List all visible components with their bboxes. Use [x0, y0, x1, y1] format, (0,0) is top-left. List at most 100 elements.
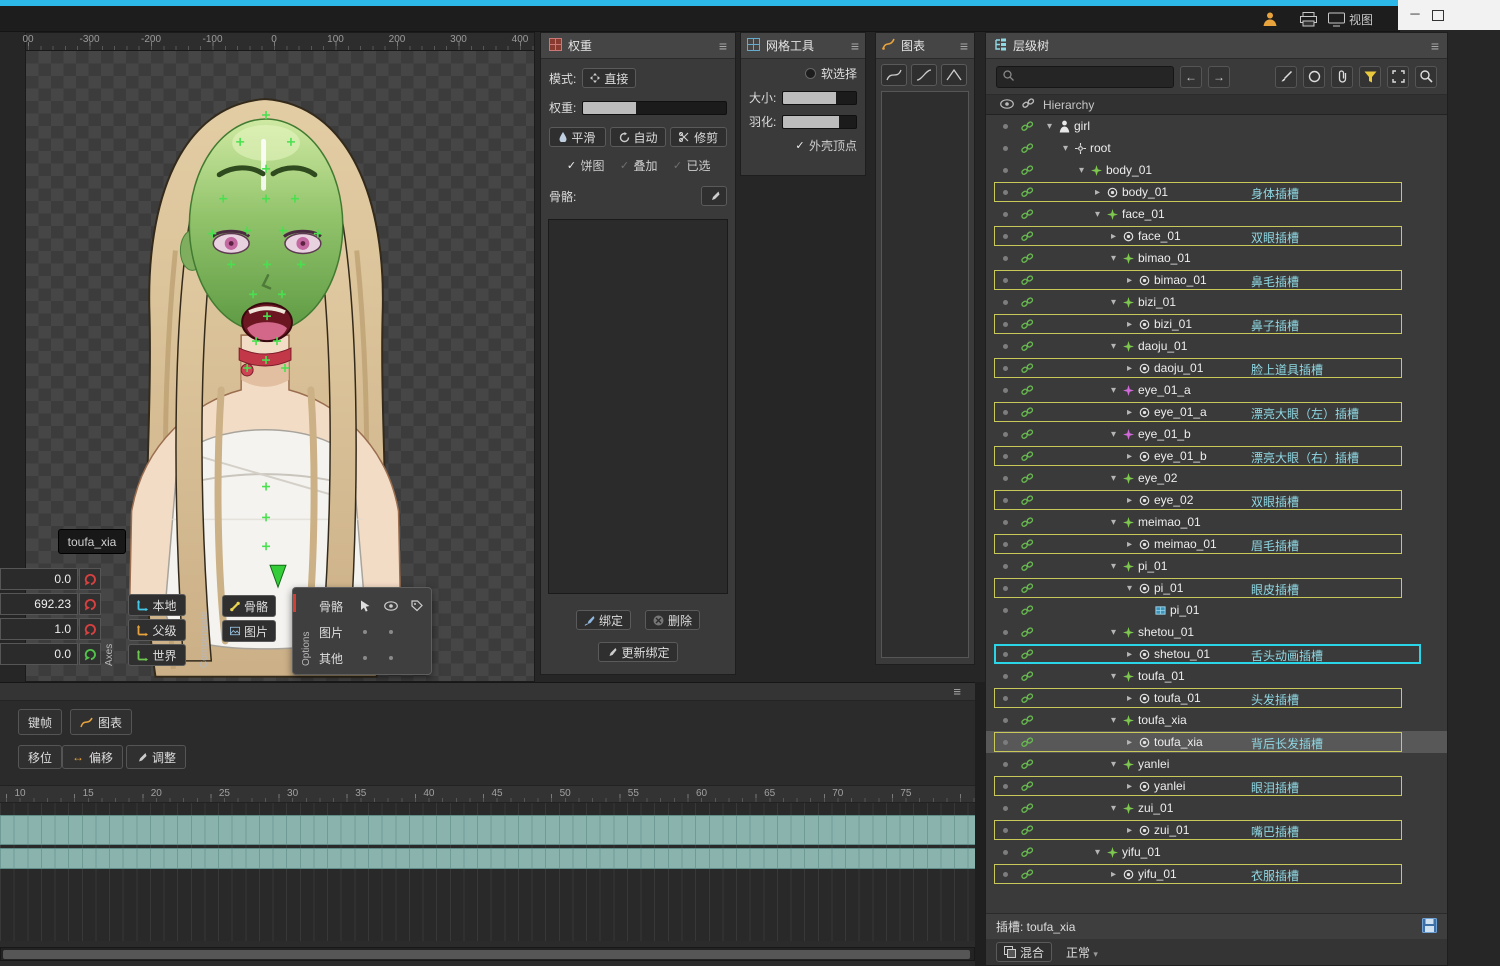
link-icon[interactable]: [1021, 561, 1034, 572]
option-toggle[interactable]: [379, 630, 403, 634]
key-toggle-icon[interactable]: [79, 593, 101, 615]
lasso-icon[interactable]: [1303, 66, 1325, 88]
search-box[interactable]: [996, 66, 1174, 88]
link-icon[interactable]: [1021, 253, 1034, 264]
chevron-down-icon[interactable]: ▾: [1108, 385, 1119, 396]
link-icon[interactable]: [1021, 605, 1034, 616]
tree-row-pi_01[interactable]: pi_01: [986, 599, 1447, 621]
link-icon[interactable]: [1021, 121, 1034, 132]
link-icon[interactable]: [1021, 429, 1034, 440]
visibility-dot[interactable]: [1003, 300, 1008, 305]
visibility-dot[interactable]: [1003, 168, 1008, 173]
tree-row-yanlei[interactable]: ▸yanlei眼泪插槽: [986, 775, 1447, 797]
tab-graph[interactable]: 图表: [70, 709, 132, 735]
transform-value-field[interactable]: 692.23: [0, 593, 78, 615]
visibility-dot[interactable]: [1003, 476, 1008, 481]
transform-value-field[interactable]: 0.0: [0, 643, 78, 665]
view-monitor-icon[interactable]: [1328, 9, 1345, 29]
trim-button[interactable]: 修剪: [670, 127, 727, 147]
tree-row-pi_01[interactable]: ▾pi_01眼皮插槽: [986, 577, 1447, 599]
chevron-right-icon[interactable]: ▸: [1108, 869, 1119, 880]
chevron-right-icon[interactable]: ▸: [1124, 781, 1135, 792]
visibility-dot[interactable]: [1003, 520, 1008, 525]
smooth-button[interactable]: 平滑: [549, 127, 606, 147]
chevron-right-icon[interactable]: ▸: [1124, 275, 1135, 286]
visibility-dot[interactable]: [1003, 850, 1008, 855]
paperclip-icon[interactable]: [1331, 66, 1353, 88]
tab-dopesheet[interactable]: 键帧: [18, 709, 62, 735]
chevron-down-icon[interactable]: ▾: [1108, 517, 1119, 528]
tree-row-eye_01_a[interactable]: ▾eye_01_a: [986, 379, 1447, 401]
timeline-tracks[interactable]: [0, 803, 975, 941]
tree-row-meimao_01[interactable]: ▸meimao_01眉毛插槽: [986, 533, 1447, 555]
bone-weight-list[interactable]: [548, 219, 728, 594]
link-icon[interactable]: [1021, 517, 1034, 528]
filter-icon[interactable]: [1359, 66, 1381, 88]
weight-slider[interactable]: [582, 101, 727, 115]
eye-icon[interactable]: [379, 601, 403, 611]
timeline-scrollbar-thumb[interactable]: [3, 950, 970, 959]
save-icon[interactable]: [1422, 918, 1437, 936]
link-icon[interactable]: [1021, 715, 1034, 726]
offset-button[interactable]: ↔偏移: [62, 745, 123, 769]
compensate-button-1[interactable]: 骨骼: [222, 595, 276, 617]
panel-divider[interactable]: [975, 682, 985, 966]
chevron-right-icon[interactable]: ▸: [1124, 539, 1135, 550]
chevron-right-icon[interactable]: ▸: [1124, 363, 1135, 374]
auto-button[interactable]: 自动: [610, 127, 667, 147]
chevron-down-icon[interactable]: ▾: [1060, 143, 1071, 154]
keyframe-track[interactable]: [0, 848, 975, 869]
tree-row-eye_02[interactable]: ▾eye_02: [986, 467, 1447, 489]
chevron-down-icon[interactable]: ▾: [1108, 759, 1119, 770]
shift-button[interactable]: 移位: [18, 745, 62, 769]
link-icon[interactable]: [1021, 671, 1034, 682]
expand-icon[interactable]: [1387, 66, 1409, 88]
overlay-checkbox[interactable]: ✓叠加: [618, 157, 657, 174]
link-icon[interactable]: [1021, 627, 1034, 638]
curve-tool-icon[interactable]: [911, 64, 937, 86]
visibility-dot[interactable]: [1003, 718, 1008, 723]
user-icon[interactable]: [1262, 9, 1278, 29]
tree-row-toufa_xia[interactable]: ▸toufa_xia背后长发插槽: [986, 731, 1447, 753]
chevron-right-icon[interactable]: ▸: [1124, 451, 1135, 462]
tree-row-girl[interactable]: ▾girl: [986, 115, 1447, 137]
tree-row-pi_01[interactable]: ▾pi_01: [986, 555, 1447, 577]
link-icon[interactable]: [1021, 803, 1034, 814]
transform-value-field[interactable]: 1.0: [0, 618, 78, 640]
pie-checkbox[interactable]: ✓饼图: [565, 157, 604, 174]
chevron-down-icon[interactable]: ▾: [1108, 297, 1119, 308]
tree-row-shetou_01[interactable]: ▾shetou_01: [986, 621, 1447, 643]
size-slider[interactable]: [782, 91, 857, 105]
chevron-right-icon[interactable]: ▸: [1124, 825, 1135, 836]
panel-menu-icon[interactable]: ≡: [851, 38, 859, 54]
tree-row-eye_01_b[interactable]: ▾eye_01_b: [986, 423, 1447, 445]
adjust-button[interactable]: 调整: [126, 745, 186, 769]
keyframe-track[interactable]: [0, 815, 975, 845]
update-bind-button[interactable]: 更新绑定: [598, 642, 677, 662]
link-icon[interactable]: [1021, 165, 1034, 176]
tree-row-shetou_01[interactable]: ▸shetou_01舌头动画插槽: [986, 643, 1447, 665]
chevron-down-icon[interactable]: ▾: [1076, 165, 1087, 176]
tree-row-yifu_01[interactable]: ▸yifu_01衣服插槽: [986, 863, 1447, 885]
history-back-button[interactable]: ←: [1180, 66, 1202, 88]
compensate-button-2[interactable]: 图片: [222, 620, 276, 642]
panel-menu-icon[interactable]: ≡: [960, 38, 968, 54]
option-toggle[interactable]: [379, 656, 403, 660]
tree-row-yifu_01[interactable]: ▾yifu_01: [986, 841, 1447, 863]
timeline-grip[interactable]: ≡: [0, 683, 975, 701]
axes-button-1[interactable]: 本地: [128, 594, 186, 616]
brush-icon[interactable]: [1275, 66, 1297, 88]
timeline-ruler[interactable]: 1015202530354045505560657075: [0, 785, 975, 803]
link-icon[interactable]: [1021, 143, 1034, 154]
bind-button[interactable]: 绑定: [576, 610, 631, 630]
curve-tool-icon[interactable]: [941, 64, 967, 86]
tree-row-toufa_01[interactable]: ▸toufa_01头发插槽: [986, 687, 1447, 709]
hull-checkbox[interactable]: ✓外壳顶点: [794, 137, 857, 154]
tree-row-body_01[interactable]: ▾body_01: [986, 159, 1447, 181]
tree-row-bimao_01[interactable]: ▾bimao_01: [986, 247, 1447, 269]
tree-row-face_01[interactable]: ▾face_01: [986, 203, 1447, 225]
timeline-scrollbar[interactable]: [0, 947, 975, 961]
tree-row-root[interactable]: ▾root: [986, 137, 1447, 159]
tree-row-eye_02[interactable]: ▸eye_02双眼插槽: [986, 489, 1447, 511]
tree-row-bizi_01[interactable]: ▾bizi_01: [986, 291, 1447, 313]
